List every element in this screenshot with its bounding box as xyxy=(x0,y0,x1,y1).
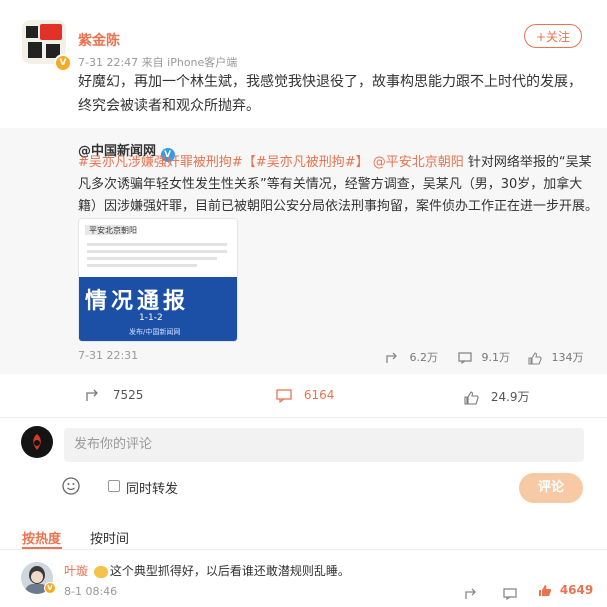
thumb-date: 1-1-2 xyxy=(139,313,163,323)
repost-like-stat[interactable]: 134万 xyxy=(528,349,584,365)
comment-row: 叶璇 这个典型抓得好，以后看谁还敢潜规则乱睡。 xyxy=(64,562,350,579)
comment-like[interactable]: 4649 xyxy=(538,583,593,597)
verified-badge-icon: V xyxy=(54,54,72,72)
repost-image[interactable]: 平安北京朝阳 情况通报 1-1-2 发布/中国新闻网 xyxy=(78,218,238,342)
submit-comment-button[interactable]: 评论 xyxy=(519,473,583,503)
repost-like-count: 134万 xyxy=(551,351,584,364)
share-icon xyxy=(86,389,98,401)
like-action[interactable]: 24.9万 xyxy=(464,388,530,405)
verified-badge-icon: V xyxy=(44,582,56,594)
repost-share-stat[interactable]: 6.2万 xyxy=(386,349,438,365)
user-logo-icon xyxy=(33,434,41,450)
emoji-icon[interactable] xyxy=(62,477,80,495)
comment-icon xyxy=(276,388,292,403)
divider xyxy=(0,549,607,550)
comment-icon xyxy=(503,588,517,601)
comment-count: 6164 xyxy=(303,388,335,402)
like-count: 24.9万 xyxy=(490,390,530,404)
share-icon xyxy=(465,588,476,599)
also-repost-checkbox[interactable] xyxy=(108,480,120,492)
commenter-name[interactable]: 叶璇 xyxy=(64,564,88,578)
comment-action[interactable]: 6164 xyxy=(276,388,334,403)
repost-comment-stat[interactable]: 9.1万 xyxy=(458,349,510,365)
comment-share-icon[interactable] xyxy=(465,585,479,604)
repost-comment-count: 9.1万 xyxy=(481,351,511,364)
post-meta: 7-31 22:47 来自 iPhone客户端 xyxy=(78,56,238,69)
share-count: 7525 xyxy=(112,388,144,402)
thumb-title: 情况通报 xyxy=(85,289,190,314)
thumb-sub: 发布/中国新闻网 xyxy=(129,328,181,336)
comment-reply-icon[interactable] xyxy=(503,585,517,604)
also-repost-label: 同时转发 xyxy=(126,482,179,497)
comment-text: 这个典型抓得好，以后看谁还敢潜规则乱睡。 xyxy=(109,564,350,578)
like-filled-icon xyxy=(539,585,551,596)
divider xyxy=(0,417,607,418)
hashtag-link[interactable]: #吴亦凡涉嫌强奸罪被刑拘# xyxy=(78,155,243,170)
comment-icon xyxy=(458,352,472,364)
like-icon xyxy=(528,351,542,365)
like-icon xyxy=(464,390,479,405)
tab-by-time[interactable]: 按时间 xyxy=(90,528,129,547)
follow-button[interactable]: +关注 xyxy=(524,24,582,48)
hashtag-link[interactable]: 【#吴亦凡被刑拘#】 xyxy=(243,155,369,170)
post-text: 好魔幻，再加一个林生斌，我感觉我快退役了，故事构思能力跟不上时代的发展，终究会被… xyxy=(78,74,582,114)
comment-like-count: 4649 xyxy=(559,583,594,597)
repost-text: #吴亦凡涉嫌强奸罪被刑拘#【#吴亦凡被刑拘#】 @平安北京朝阳 针对网络举报的“… xyxy=(78,152,598,218)
vip-badge-icon xyxy=(93,565,108,578)
repost-meta: 7-31 22:31 xyxy=(78,349,139,362)
tab-by-hot[interactable]: 按热度 xyxy=(22,528,61,547)
share-action[interactable]: 7525 xyxy=(86,388,143,402)
thumb-header: 平安北京朝阳 xyxy=(89,226,137,235)
author-name[interactable]: 紫金陈 xyxy=(78,30,120,50)
comment-input[interactable]: 发布你的评论 xyxy=(64,428,584,462)
share-icon xyxy=(386,352,397,363)
comment-meta: 8-1 08:46 xyxy=(64,585,118,598)
current-user-avatar[interactable] xyxy=(21,426,53,458)
repost-share-count: 6.2万 xyxy=(409,351,439,364)
mention-link[interactable]: @平安北京朝阳 xyxy=(373,155,464,170)
